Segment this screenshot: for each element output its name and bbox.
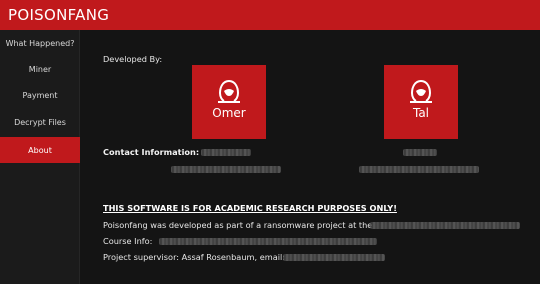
app-title: POISONFANG	[8, 6, 110, 24]
sidebar-item-what-happened[interactable]: What Happened?	[0, 30, 80, 56]
academic-warning: THIS SOFTWARE IS FOR ACADEMIC RESEARCH P…	[103, 203, 397, 213]
developer-tile-omer: Omer	[192, 65, 266, 139]
developer-name: Tal	[412, 106, 430, 120]
hooded-figure-icon	[410, 80, 432, 103]
sidebar-item-decrypt-files[interactable]: Decrypt Files	[0, 109, 80, 135]
redacted-contact-name-tal	[403, 149, 437, 156]
sidebar-nav: What Happened? Miner Payment Decrypt Fil…	[0, 30, 80, 284]
project-supervisor: Project supervisor: Assaf Rosenbaum, ema…	[103, 252, 286, 262]
developer-name: Omer	[212, 106, 246, 120]
redacted-contact-email-omer	[171, 166, 281, 173]
developer-tile-tal: Tal	[384, 65, 458, 139]
redacted-contact-email-tal	[359, 166, 479, 173]
sidebar-item-about[interactable]: About	[0, 137, 80, 163]
project-description: Poisonfang was developed as part of a ra…	[103, 220, 373, 230]
developed-by-label: Developed By:	[103, 54, 163, 64]
redacted-course-info	[159, 238, 377, 245]
redacted-institution	[370, 222, 520, 229]
course-info-label: Course Info:	[103, 236, 153, 246]
redacted-supervisor-email	[283, 254, 385, 261]
title-bar: POISONFANG	[0, 0, 540, 30]
redacted-contact-name-omer	[201, 149, 251, 156]
about-panel: Developed By: Omer Tal Contact Informati…	[81, 30, 540, 284]
sidebar-item-miner[interactable]: Miner	[0, 56, 80, 82]
hooded-figure-icon	[218, 80, 240, 103]
contact-information-label: Contact Information:	[103, 147, 200, 157]
sidebar-item-payment[interactable]: Payment	[0, 82, 80, 108]
